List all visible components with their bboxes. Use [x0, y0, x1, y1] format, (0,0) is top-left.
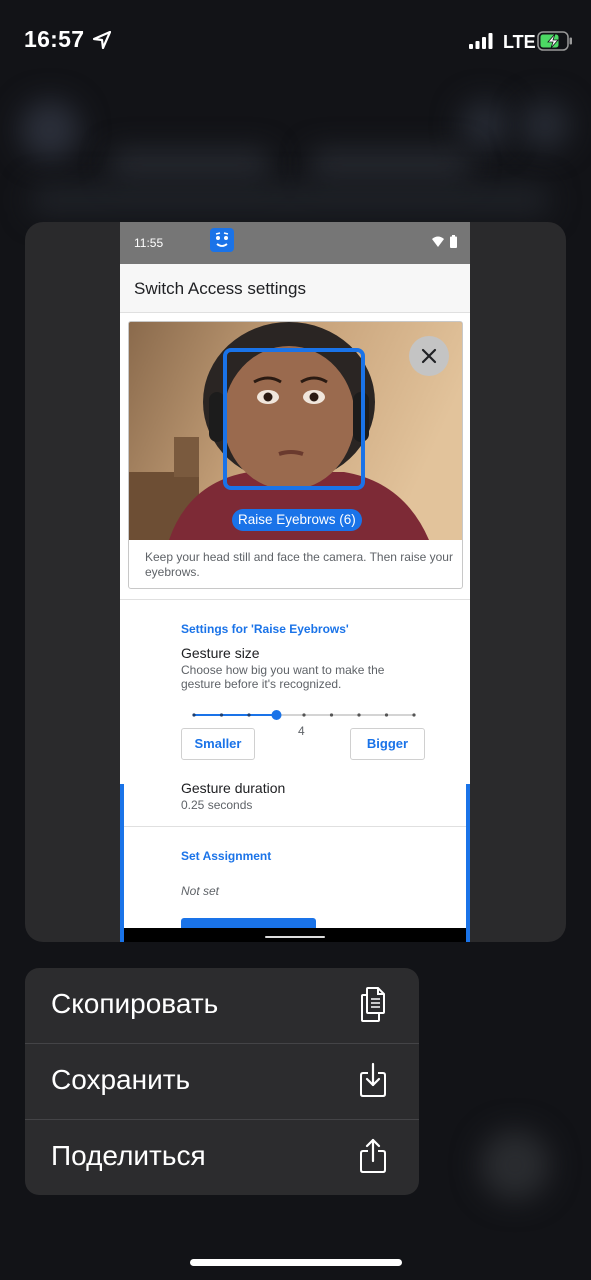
- close-camera-button[interactable]: [409, 336, 449, 376]
- set-assignment-heading: Set Assignment: [181, 849, 272, 863]
- gesture-duration-title[interactable]: Gesture duration: [181, 780, 285, 796]
- android-status-bar: 11:55: [120, 222, 470, 264]
- android-nav-bar: [120, 928, 470, 942]
- camera-feed: Raise Eyebrows (6): [129, 322, 462, 540]
- slider-tick: [384, 713, 389, 717]
- close-icon: [421, 348, 437, 364]
- gesture-size-description: Choose how big you want to make the gest…: [181, 663, 385, 691]
- divider: [120, 826, 470, 827]
- smaller-button[interactable]: Smaller: [181, 728, 255, 760]
- assignment-value: Not set: [181, 884, 220, 898]
- copy-icon: [361, 987, 385, 1022]
- location-arrow-icon: [93, 31, 111, 49]
- screenshot-preview-card[interactable]: 11:55 Switch Access settings Raise Eyebr…: [25, 222, 566, 942]
- gesture-size-title: Gesture size: [181, 645, 260, 661]
- home-indicator[interactable]: [190, 1259, 402, 1266]
- menu-item-label: Поделиться: [51, 1140, 206, 1171]
- gesture-count-badge: Raise Eyebrows (6): [232, 509, 362, 531]
- menu-item-share[interactable]: Поделиться: [25, 1120, 419, 1195]
- context-menu: Скопировать Сохранить Поделиться: [25, 968, 419, 1195]
- menu-item-save[interactable]: Сохранить: [25, 1044, 419, 1119]
- android-home-pill: [265, 936, 325, 938]
- battery-charging-icon: [537, 31, 572, 51]
- switch-access-face-icon: [210, 228, 234, 252]
- android-status-time: 11:55: [134, 236, 164, 250]
- status-time: 16:57: [24, 26, 85, 52]
- app-header: Switch Access settings: [120, 264, 470, 313]
- slider-tick: [302, 713, 306, 717]
- settings-section-heading: Settings for 'Raise Eyebrows': [181, 622, 349, 636]
- battery-icon: [450, 235, 457, 248]
- gesture-duration-value: 0.25 seconds: [181, 798, 253, 812]
- gesture-size-slider[interactable]: [188, 708, 420, 722]
- gesture-size-value: 4: [298, 724, 305, 738]
- wifi-icon: [432, 236, 444, 247]
- menu-item-copy[interactable]: Скопировать: [25, 968, 419, 1043]
- slider-tick: [192, 713, 196, 717]
- network-type-label: LTE: [503, 32, 536, 52]
- share-icon: [360, 1138, 386, 1173]
- scroll-edge-highlight: [120, 784, 124, 942]
- save-icon: [360, 1062, 386, 1097]
- bigger-button[interactable]: Bigger: [350, 728, 425, 760]
- app-title: Switch Access settings: [134, 279, 306, 298]
- cellular-signal-icon: [469, 33, 493, 49]
- slider-tick: [247, 713, 251, 717]
- divider: [120, 599, 470, 600]
- slider-tick: [329, 713, 334, 717]
- menu-item-label: Сохранить: [51, 1064, 191, 1095]
- face-detection-box: [223, 348, 365, 490]
- slider-thumb: [271, 710, 282, 720]
- scroll-edge-highlight: [466, 784, 470, 942]
- slider-tick: [412, 713, 416, 717]
- camera-panel: Raise Eyebrows (6) Keep your head still …: [128, 321, 463, 589]
- slider-tick: [219, 713, 224, 717]
- menu-item-label: Скопировать: [51, 988, 219, 1019]
- camera-instruction: Keep your head still and face the camera…: [145, 550, 453, 579]
- android-screenshot: 11:55 Switch Access settings Raise Eyebr…: [120, 222, 470, 942]
- slider-tick: [357, 713, 361, 717]
